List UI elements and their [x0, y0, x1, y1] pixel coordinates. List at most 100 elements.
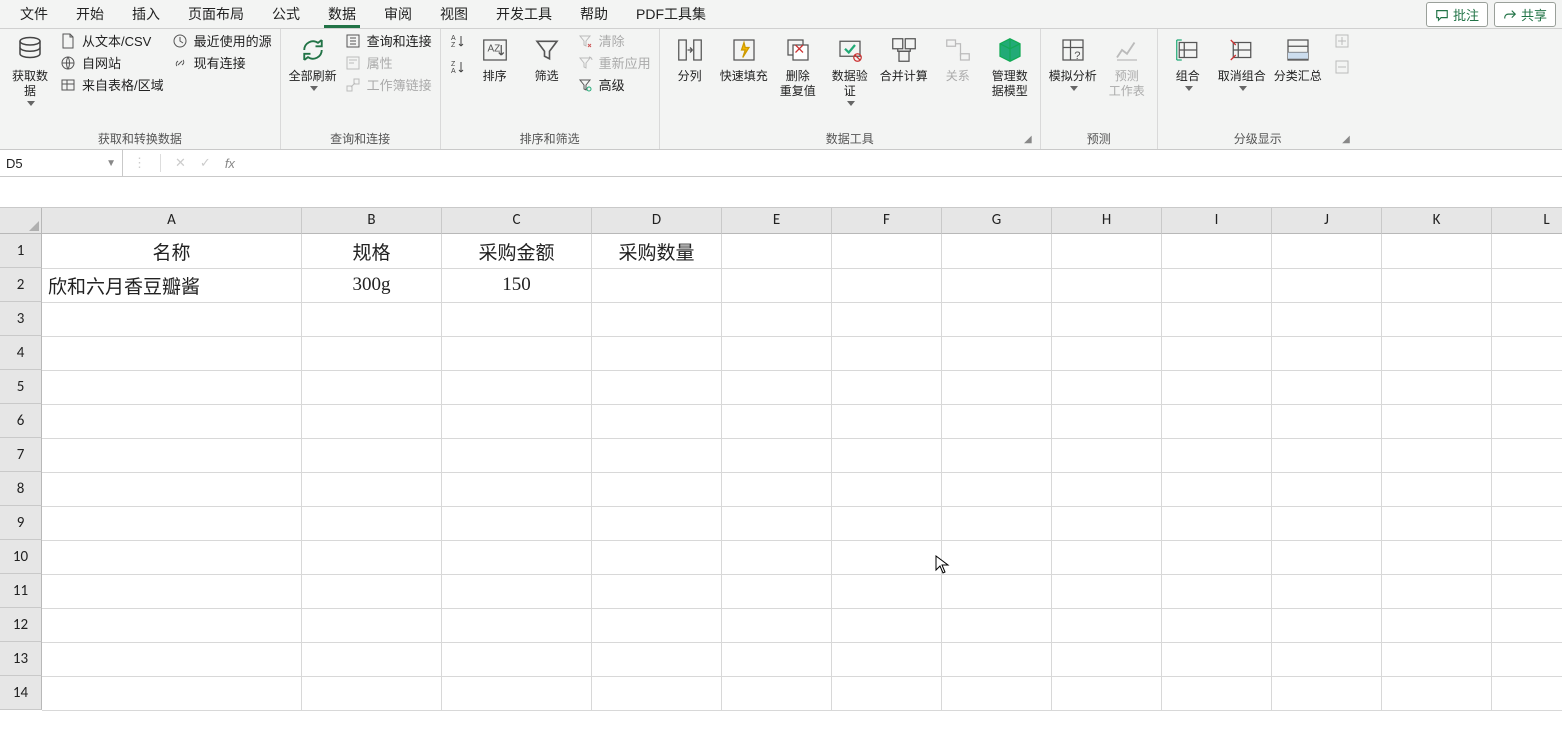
- cell[interactable]: [1052, 540, 1162, 575]
- cell[interactable]: [1272, 540, 1382, 575]
- cell[interactable]: [1052, 234, 1162, 269]
- cell[interactable]: [42, 506, 302, 541]
- cell[interactable]: 采购金额: [442, 234, 592, 269]
- cell[interactable]: [1492, 234, 1562, 269]
- cell[interactable]: [42, 404, 302, 439]
- cell[interactable]: [1162, 404, 1272, 439]
- cell[interactable]: [942, 676, 1052, 711]
- fx-icon[interactable]: fx: [225, 156, 235, 171]
- cell[interactable]: [942, 472, 1052, 507]
- cell[interactable]: [592, 574, 722, 609]
- cell[interactable]: 采购数量: [592, 234, 722, 269]
- cell[interactable]: [942, 642, 1052, 677]
- cell[interactable]: [42, 336, 302, 371]
- cell[interactable]: [442, 302, 592, 337]
- cell[interactable]: 300g: [302, 268, 442, 303]
- cell[interactable]: [592, 302, 722, 337]
- cell[interactable]: [442, 574, 592, 609]
- cell[interactable]: [1382, 540, 1492, 575]
- menu-tab-4[interactable]: 公式: [258, 0, 314, 28]
- cell[interactable]: [592, 676, 722, 711]
- refresh-all-button[interactable]: 全部刷新: [289, 33, 337, 91]
- cell[interactable]: [942, 438, 1052, 473]
- cell[interactable]: [42, 608, 302, 643]
- cell[interactable]: 名称: [42, 234, 302, 269]
- cell[interactable]: [832, 404, 942, 439]
- cell[interactable]: [302, 438, 442, 473]
- cell[interactable]: [442, 676, 592, 711]
- cell[interactable]: [1162, 370, 1272, 405]
- cell[interactable]: [302, 302, 442, 337]
- cell[interactable]: [592, 540, 722, 575]
- cell[interactable]: [1382, 268, 1492, 303]
- cell[interactable]: [1382, 472, 1492, 507]
- get-data-button[interactable]: 获取数 据: [8, 33, 52, 106]
- cell[interactable]: [42, 574, 302, 609]
- cell[interactable]: [302, 336, 442, 371]
- cell[interactable]: [1052, 336, 1162, 371]
- menu-tab-8[interactable]: 开发工具: [482, 0, 566, 28]
- cell[interactable]: [722, 506, 832, 541]
- cell[interactable]: [1272, 676, 1382, 711]
- cell[interactable]: [1382, 506, 1492, 541]
- cell[interactable]: [1492, 268, 1562, 303]
- cell[interactable]: [942, 336, 1052, 371]
- menu-tab-1[interactable]: 开始: [62, 0, 118, 28]
- column-header[interactable]: J: [1272, 208, 1382, 234]
- cell[interactable]: [302, 370, 442, 405]
- cell[interactable]: [1052, 438, 1162, 473]
- cell[interactable]: [722, 336, 832, 371]
- cell[interactable]: [1162, 676, 1272, 711]
- cell[interactable]: [832, 234, 942, 269]
- cell[interactable]: [942, 608, 1052, 643]
- cell[interactable]: [1162, 268, 1272, 303]
- cell[interactable]: 150: [442, 268, 592, 303]
- column-header[interactable]: L: [1492, 208, 1562, 234]
- column-header[interactable]: H: [1052, 208, 1162, 234]
- cell[interactable]: [1382, 438, 1492, 473]
- cell[interactable]: [1162, 608, 1272, 643]
- flash-fill-button[interactable]: 快速填充: [720, 33, 768, 84]
- menu-tab-5[interactable]: 数据: [314, 0, 370, 28]
- cell[interactable]: [722, 302, 832, 337]
- data-validation-button[interactable]: 数据验 证: [828, 33, 872, 106]
- row-header[interactable]: 11: [0, 574, 42, 608]
- from-table-button[interactable]: 来自表格/区域: [60, 77, 164, 93]
- group-button[interactable]: 组合: [1166, 33, 1210, 91]
- cell[interactable]: [832, 336, 942, 371]
- cell[interactable]: [1272, 472, 1382, 507]
- row-header[interactable]: 12: [0, 608, 42, 642]
- cell[interactable]: [42, 302, 302, 337]
- cell[interactable]: [1052, 642, 1162, 677]
- column-header[interactable]: A: [42, 208, 302, 234]
- cell[interactable]: [302, 472, 442, 507]
- cell[interactable]: [1382, 642, 1492, 677]
- cell[interactable]: [592, 336, 722, 371]
- cell[interactable]: [1492, 472, 1562, 507]
- cell[interactable]: [442, 506, 592, 541]
- cell[interactable]: [1382, 370, 1492, 405]
- cell[interactable]: [442, 608, 592, 643]
- cell[interactable]: [302, 404, 442, 439]
- whatif-button[interactable]: ?模拟分析: [1049, 33, 1097, 91]
- cell[interactable]: [302, 540, 442, 575]
- cell[interactable]: [832, 268, 942, 303]
- recent-sources-button[interactable]: 最近使用的源: [172, 33, 272, 49]
- formula-input[interactable]: [245, 150, 1562, 176]
- chevron-down-icon[interactable]: ▼: [106, 158, 116, 169]
- row-header[interactable]: 7: [0, 438, 42, 472]
- row-header[interactable]: 2: [0, 268, 42, 302]
- cell[interactable]: [1052, 608, 1162, 643]
- cell[interactable]: [1272, 574, 1382, 609]
- cell[interactable]: [1162, 336, 1272, 371]
- column-header[interactable]: D: [592, 208, 722, 234]
- cell[interactable]: [722, 438, 832, 473]
- cell[interactable]: [1052, 676, 1162, 711]
- cell[interactable]: [592, 404, 722, 439]
- cell[interactable]: [1052, 370, 1162, 405]
- row-header[interactable]: 14: [0, 676, 42, 710]
- sort-button[interactable]: AZ 排序: [473, 33, 517, 84]
- cell[interactable]: [442, 438, 592, 473]
- menu-tab-2[interactable]: 插入: [118, 0, 174, 28]
- cell[interactable]: [1382, 336, 1492, 371]
